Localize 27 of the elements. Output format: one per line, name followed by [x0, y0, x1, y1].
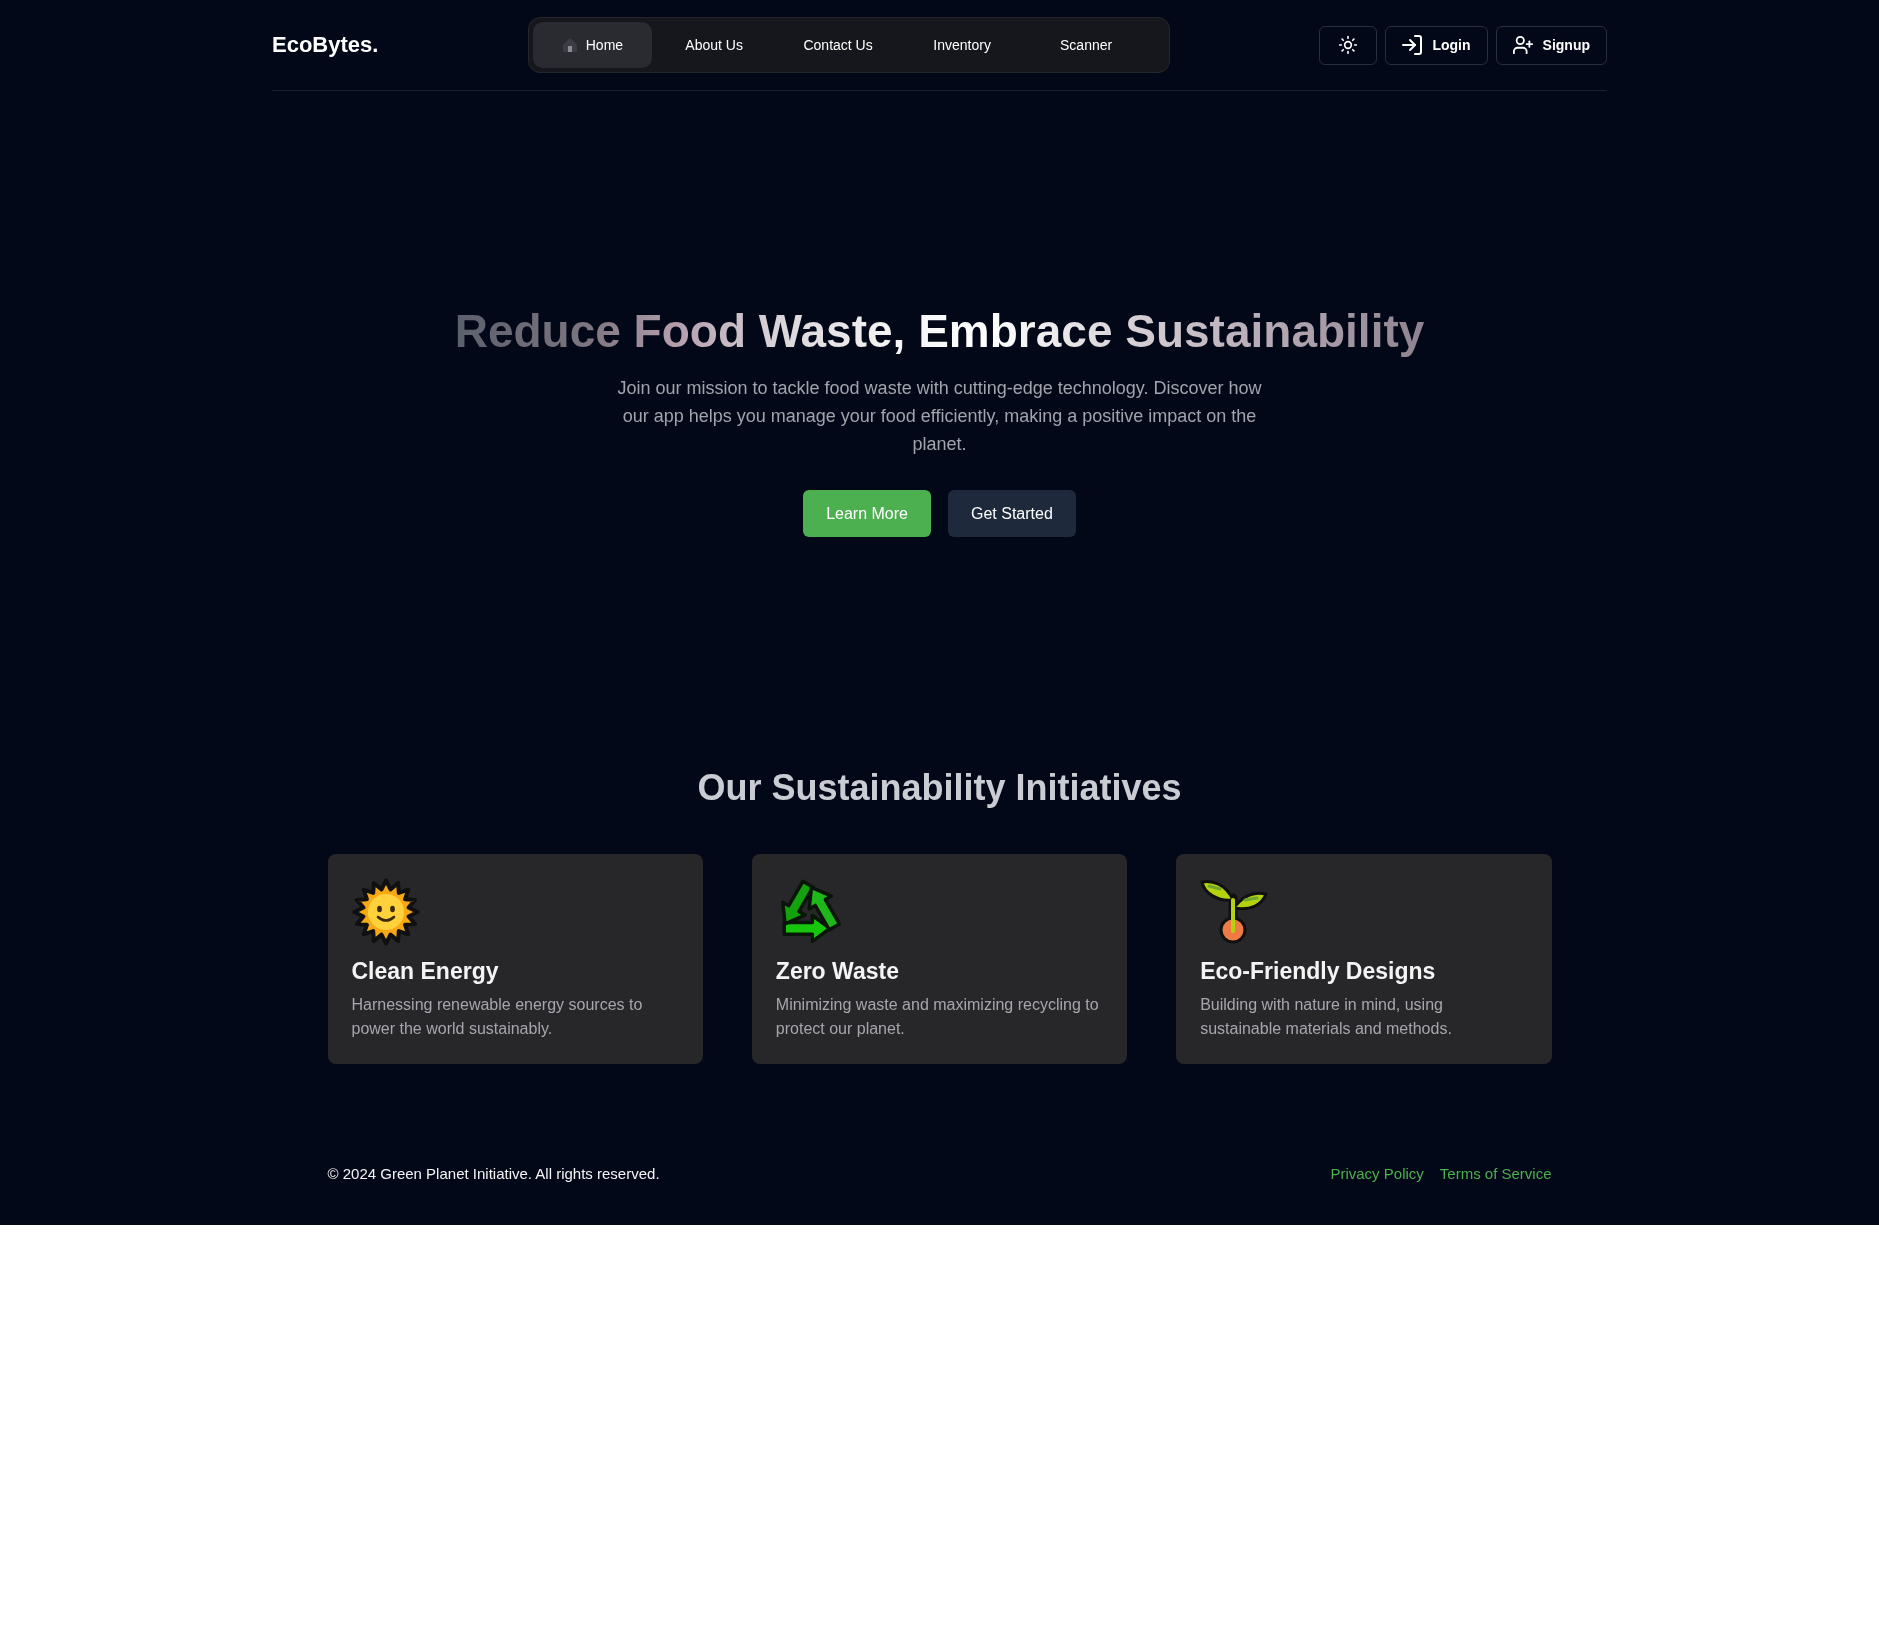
section-heading: Our Sustainability Initiatives — [697, 766, 1182, 810]
house-icon — [561, 37, 578, 53]
footer-link[interactable]: Terms of Service — [1439, 1162, 1552, 1186]
card-title: Zero Waste — [775, 957, 899, 986]
nav-tab[interactable]: Inventory — [900, 22, 1025, 68]
card-title: Eco-Friendly Designs — [1200, 957, 1436, 986]
copyright-text: © 2024 Green Planet Initiative. All rights reserved. — [327, 1164, 660, 1184]
nav-tab[interactable]: Contact Us — [776, 22, 901, 68]
sun-icon — [1338, 35, 1359, 55]
brand-logo[interactable]: EcoBytes. — [272, 31, 379, 59]
hero-button[interactable]: Get Started — [948, 490, 1076, 537]
card-title: Clean Energy — [351, 957, 499, 986]
nav-tab[interactable]: Scanner — [1024, 22, 1149, 68]
seedling-icon — [1200, 878, 1269, 946]
user-plus-icon — [1512, 35, 1533, 55]
nav-tab[interactable]: Home — [532, 22, 653, 68]
card-description: Minimizing waste and maximizing recycling to protect our planet. — [775, 995, 1100, 1039]
nav-tab[interactable]: About Us — [652, 22, 777, 68]
theme-toggle-button[interactable] — [1319, 25, 1378, 65]
smiling-sun-icon — [351, 878, 420, 946]
hero-subtitle: Join our mission to tackle food waste with cutting-edge technology. Discover how our app helps you manage your food efficiently, making a positive impact on the planet. — [616, 377, 1263, 456]
footer-link[interactable]: Privacy Policy — [1330, 1162, 1424, 1186]
card-description: Building with nature in mind, using sustainable materials and methods. — [1200, 995, 1453, 1039]
signup-button[interactable]: Signup — [1495, 25, 1607, 65]
card-description: Harnessing renewable energy sources to power the world sustainably. — [351, 995, 644, 1039]
sign-in-icon — [1402, 35, 1423, 55]
login-button[interactable]: Login — [1385, 25, 1488, 65]
